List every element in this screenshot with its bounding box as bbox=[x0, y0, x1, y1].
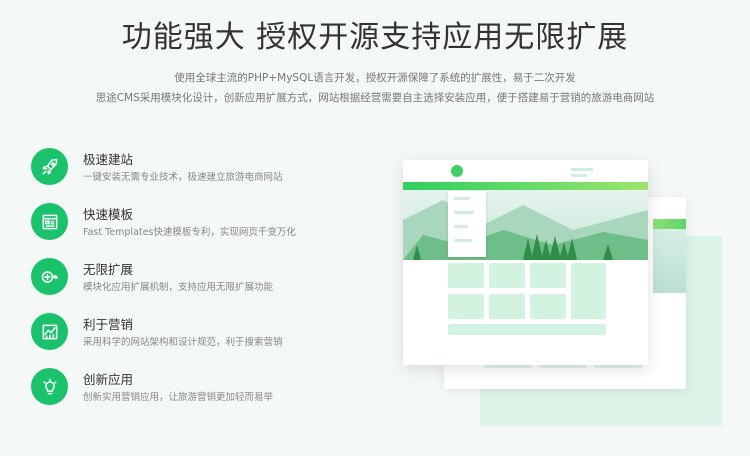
description-line-2: 思途CMS采用模块化设计，创新应用扩展方式，网站根据经营需要自主选择安装应用，便… bbox=[95, 92, 655, 104]
rocket-icon bbox=[31, 148, 68, 185]
description-line-1: 使用全球主流的PHP+MySQL语言开发，授权开源保障了系统的扩展性，易于二次开… bbox=[174, 72, 576, 84]
feature-desc: 创新实用营销应用，让旅游营销更加轻而易举 bbox=[83, 392, 274, 403]
mockup-front-page bbox=[403, 160, 648, 365]
template-icon bbox=[31, 203, 68, 240]
feature-title: 快速模板 bbox=[83, 207, 134, 222]
plus-infinity-icon bbox=[31, 258, 68, 295]
page-title: 功能强大 授权开源支持应用无限扩展 bbox=[121, 20, 629, 55]
feature-desc: Fast Templates快速模板专利，实现网页千变万化 bbox=[83, 227, 296, 238]
mockup-banner-image bbox=[403, 190, 648, 260]
feature-item-fast-build: 极速建站 一键安装无需专业技术，极速建立旅游电商网站 bbox=[31, 148, 361, 188]
feature-title: 无限扩展 bbox=[83, 262, 134, 277]
feature-title: 利于营销 bbox=[83, 317, 134, 332]
logo-circle bbox=[451, 165, 463, 177]
feature-desc: 采用科学的网站架构和设计规范，利于搜索营销 bbox=[83, 337, 283, 348]
feature-desc: 一键安装无需专业技术，极速建立旅游电商网站 bbox=[83, 172, 283, 183]
feature-item-innovation: 创新应用 创新实用营销应用，让旅游营销更加轻而易举 bbox=[31, 368, 361, 408]
feature-title: 极速建站 bbox=[83, 152, 134, 167]
lightbulb-icon bbox=[31, 368, 68, 405]
feature-item-marketing: 利于营销 采用科学的网站架构和设计规范，利于搜索营销 bbox=[31, 313, 361, 353]
feature-title: 创新应用 bbox=[83, 372, 134, 387]
feature-item-unlimited-extension: 无限扩展 模块化应用扩展机制，支持应用无限扩展功能 bbox=[31, 258, 361, 298]
mockup-dropdown-menu bbox=[448, 191, 486, 257]
chart-icon bbox=[31, 313, 68, 350]
feature-desc: 模块化应用扩展机制，支持应用无限扩展功能 bbox=[83, 282, 274, 293]
feature-item-fast-template: 快速模板 Fast Templates快速模板专利，实现网页千变万化 bbox=[31, 203, 361, 243]
